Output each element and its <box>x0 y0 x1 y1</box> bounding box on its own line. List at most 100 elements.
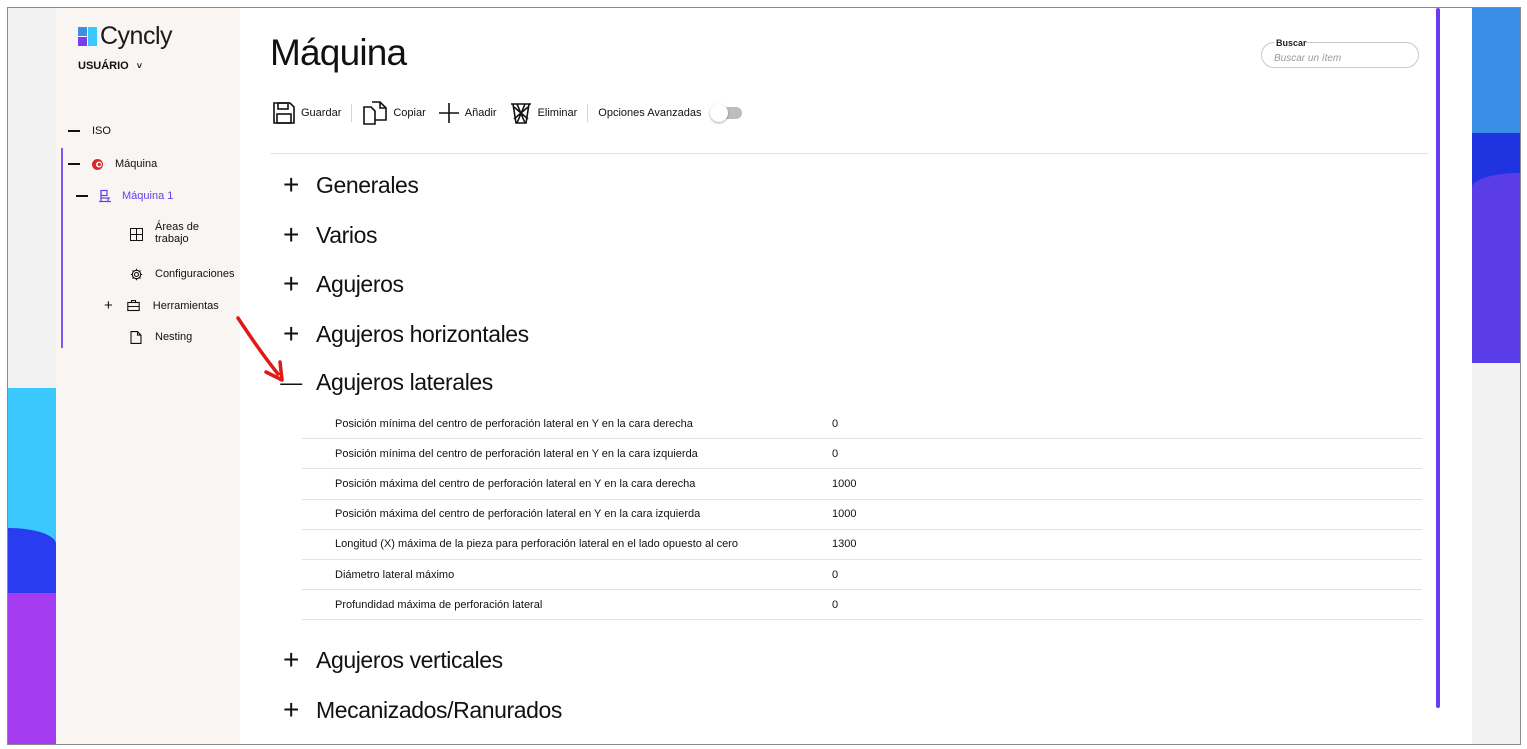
tree-item-areas-trabajo[interactable]: Áreas de trabajo <box>129 221 199 245</box>
tree-item-maquina[interactable]: Máquina <box>68 157 157 171</box>
plus-icon <box>438 102 460 124</box>
property-value[interactable]: 0 <box>832 569 838 581</box>
section-agujeros[interactable]: + Agujeros <box>280 270 404 298</box>
save-button[interactable]: Guardar <box>272 101 341 125</box>
advanced-options-toggle[interactable]: Opciones Avanzadas <box>598 104 743 122</box>
property-name: Diámetro lateral máximo <box>335 568 455 581</box>
property-name: Posición máxima del centro de perforació… <box>335 508 701 521</box>
main-content: Máquina Buscar Guardar Copiar <box>240 8 1440 744</box>
section-agujeros-horizontales[interactable]: + Agujeros horizontales <box>280 320 529 348</box>
table-row[interactable]: Longitud (X) máxima de la pieza para per… <box>302 530 1422 560</box>
collapse-icon[interactable] <box>68 163 80 165</box>
section-title: Varios <box>316 221 378 248</box>
search-box[interactable]: Buscar <box>1261 38 1419 68</box>
tree-item-configuraciones[interactable]: Configuraciones <box>129 267 235 281</box>
copy-label: Copiar <box>393 107 426 119</box>
table-row[interactable]: Profundidad máxima de perforación latera… <box>302 590 1422 621</box>
save-icon <box>272 101 296 125</box>
expand-icon[interactable]: + <box>280 171 302 199</box>
table-row[interactable]: Posición mínima del centro de perforació… <box>302 409 1422 440</box>
expand-icon[interactable]: + <box>280 270 302 298</box>
section-title: Agujeros horizontales <box>316 320 529 347</box>
lateral-properties-table: Posición mínima del centro de perforació… <box>302 409 1422 621</box>
tree-item-label: Máquina 1 <box>122 190 174 202</box>
grid-icon <box>129 227 143 241</box>
trash-basket-icon <box>509 101 533 125</box>
machine-icon <box>98 189 112 203</box>
property-value[interactable]: 0 <box>832 418 838 430</box>
delete-button[interactable]: Eliminar <box>509 101 578 125</box>
section-mecanizados-ranurados[interactable]: + Mecanizados/Ranurados <box>280 696 562 724</box>
copy-icon <box>362 101 388 125</box>
section-varios[interactable]: + Varios <box>280 221 377 249</box>
toggle-switch[interactable] <box>710 104 743 122</box>
left-decoration <box>8 8 56 744</box>
property-value[interactable]: 0 <box>832 448 838 460</box>
tree-item-label-line: Áreas de <box>155 221 200 233</box>
tree-item-label-line: trabajo <box>155 233 189 245</box>
page-title: Máquina <box>270 32 407 73</box>
machine-brand-icon <box>90 157 104 171</box>
user-menu[interactable]: USUÁRIO ˅ <box>78 60 142 72</box>
expand-icon[interactable]: + <box>280 221 302 249</box>
section-title: Agujeros <box>316 270 404 297</box>
sidebar: Cyncly USUÁRIO ˅ ISO Máquina Máquina 1 Á… <box>56 8 240 744</box>
tree-item-iso[interactable]: ISO <box>68 125 111 137</box>
section-title: Mecanizados/Ranurados <box>316 696 563 723</box>
property-name: Posición mínima del centro de perforació… <box>335 417 693 430</box>
expand-icon[interactable]: + <box>104 298 113 313</box>
toolbar-divider <box>351 104 353 122</box>
decor-shape-violet <box>1472 173 1520 363</box>
section-title: Agujeros laterales <box>316 369 493 395</box>
table-row[interactable]: Posición máxima del centro de perforació… <box>302 500 1422 530</box>
section-title: Generales <box>316 171 419 198</box>
gear-icon <box>129 267 143 281</box>
table-row[interactable]: Posición máxima del centro de perforació… <box>302 469 1422 500</box>
collapse-icon[interactable] <box>68 130 80 132</box>
red-annotation-arrow-icon <box>236 316 284 382</box>
section-generales[interactable]: + Generales <box>280 171 419 199</box>
tree-item-maquina-1[interactable]: Máquina 1 <box>76 189 173 203</box>
tree-item-herramientas[interactable]: + Herramientas <box>104 298 219 313</box>
expand-icon[interactable]: + <box>280 696 302 724</box>
property-value[interactable]: 1000 <box>832 508 856 520</box>
add-label: Añadir <box>464 107 497 119</box>
delete-label: Eliminar <box>537 107 578 119</box>
tree-item-label: Máquina <box>115 158 158 170</box>
toolbar: Guardar Copiar Añadir Eliminar Opciones … <box>272 98 743 128</box>
toolbox-icon <box>127 299 141 313</box>
tree-active-line <box>61 148 63 348</box>
document-icon <box>129 330 143 344</box>
search-input[interactable] <box>1274 53 1404 64</box>
collapse-icon[interactable] <box>76 195 88 197</box>
table-row[interactable]: Diámetro lateral máximo 0 <box>302 560 1422 591</box>
property-value[interactable]: 0 <box>832 599 838 611</box>
decor-shape-purple <box>8 593 56 744</box>
section-agujeros-laterales[interactable]: — Agujeros laterales <box>280 369 493 396</box>
tree-item-label: Nesting <box>155 331 193 343</box>
table-row[interactable]: Posición mínima del centro de perforació… <box>302 439 1422 470</box>
divider <box>270 153 1428 154</box>
toggle-knob <box>710 104 729 122</box>
add-button[interactable]: Añadir <box>438 102 497 124</box>
tree-item-label: Configuraciones <box>155 268 235 280</box>
tree-item-label: ISO <box>92 125 111 137</box>
app-window: Cyncly USUÁRIO ˅ ISO Máquina Máquina 1 Á… <box>7 7 1521 745</box>
user-label: USUÁRIO <box>78 60 129 72</box>
tree-item-label: Herramientas <box>152 299 219 312</box>
expand-icon[interactable]: + <box>280 646 302 674</box>
property-value[interactable]: 1300 <box>832 538 856 550</box>
tree-item-nesting[interactable]: Nesting <box>129 330 192 344</box>
section-agujeros-verticales[interactable]: + Agujeros verticales <box>280 646 503 674</box>
brand-logo: Cyncly <box>78 22 173 51</box>
property-name: Longitud (X) máxima de la pieza para per… <box>335 538 738 551</box>
copy-button[interactable]: Copiar <box>362 101 426 125</box>
advanced-options-label: Opciones Avanzadas <box>598 107 702 119</box>
chevron-down-icon: ˅ <box>136 61 142 71</box>
property-name: Profundidad máxima de perforación latera… <box>335 598 543 611</box>
vertical-scrollbar[interactable] <box>1436 8 1440 708</box>
section-title: Agujeros verticales <box>316 646 503 673</box>
property-value[interactable]: 1000 <box>832 478 856 490</box>
toolbar-divider <box>587 104 589 122</box>
property-name: Posición máxima del centro de perforació… <box>335 477 696 490</box>
